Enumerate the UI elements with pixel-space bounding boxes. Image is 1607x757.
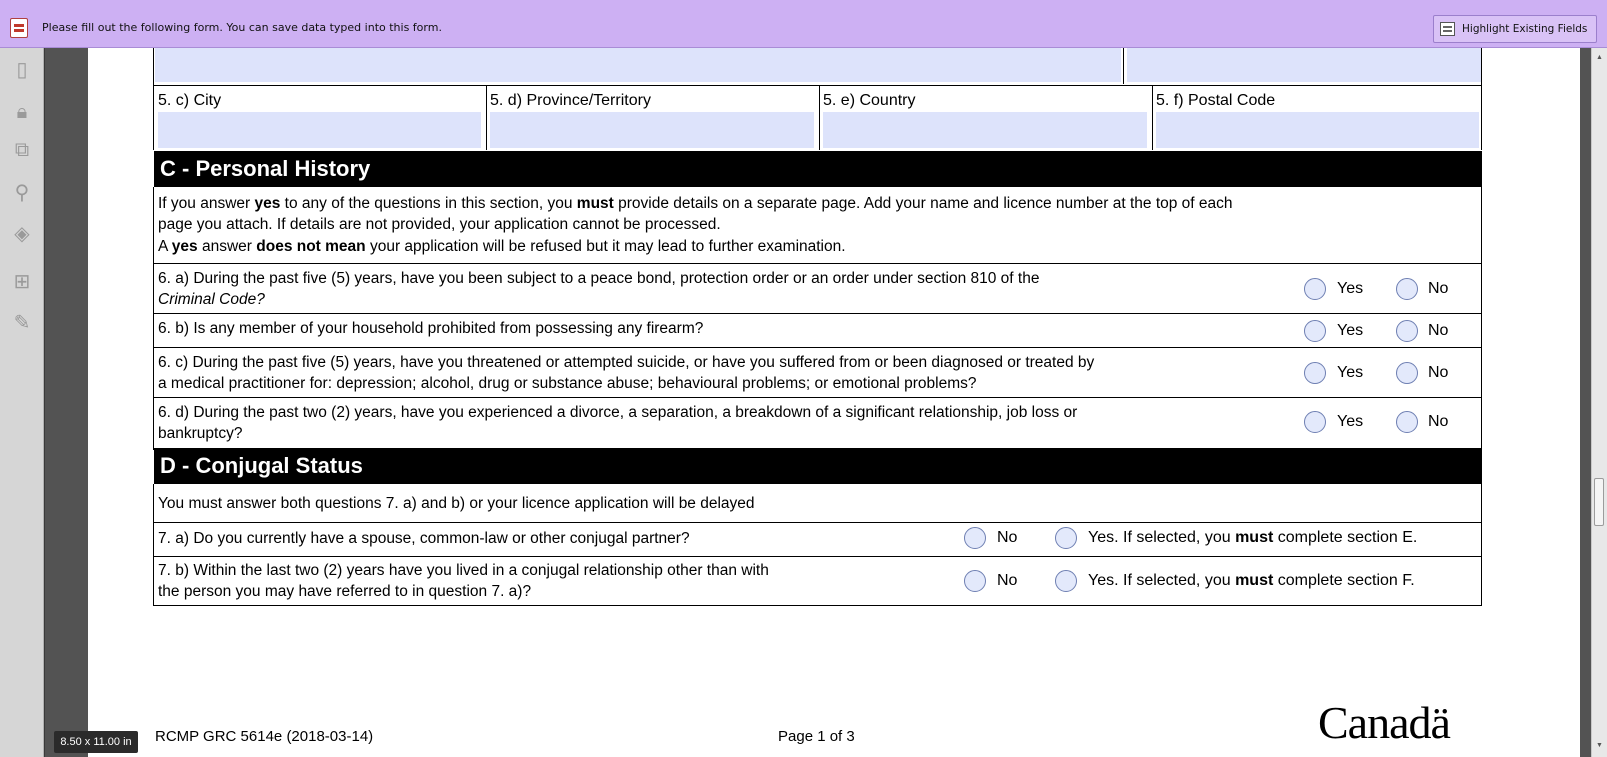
address-extra-field[interactable] [1127,48,1481,82]
q7a-no-label: No [997,529,1018,546]
question-6a-line1: 6. a) During the past five (5) years, ha… [158,270,1040,287]
form-message: Please fill out the following form. You … [42,21,442,34]
q6b-no-label: No [1428,322,1449,339]
layers-icon[interactable]: ◈ [10,222,34,246]
q6d-no-radio[interactable] [1396,411,1418,433]
question-7b-line1: 7. b) Within the last two (2) years have… [158,562,769,579]
country-field[interactable] [823,112,1147,148]
canada-wordmark: Canadä [1318,697,1451,748]
question-6d-line1: 6. d) During the past two (2) years, hav… [158,404,1078,421]
q7a-yes-radio[interactable] [1055,527,1077,549]
binoculars-icon[interactable]: ⊞ [10,270,34,294]
q6d-no-label: No [1428,413,1449,430]
highlight-fields-button[interactable]: Highlight Existing Fields [1433,15,1597,43]
city-label: 5. c) City [158,92,222,109]
question-6d-line2: bankruptcy? [158,425,243,442]
lock-icon[interactable]: 🔒︎ [10,100,34,124]
scroll-up-icon[interactable]: ▲ [1596,54,1603,61]
q6b-yes-label: Yes [1337,322,1364,339]
section-c-intro-line2: page you attach. If details are not prov… [158,216,721,233]
vertical-scrollbar[interactable]: ▲ ▼ [1591,48,1607,757]
section-d-header: D - Conjugal Status [154,448,1482,484]
form-notification-bar: Please fill out the following form. You … [0,0,1607,48]
page-size-indicator: 8.50 x 11.00 in [54,731,138,753]
province-label: 5. d) Province/Territory [490,92,651,109]
q7b-yes-label: Yes. If selected, you must complete sect… [1088,572,1415,589]
q7a-no-radio[interactable] [964,527,986,549]
q7b-yes-radio[interactable] [1055,570,1077,592]
province-field[interactable] [490,112,814,148]
postal-code-label: 5. f) Postal Code [1156,92,1276,109]
q6a-no-radio[interactable] [1396,278,1418,300]
q6c-no-label: No [1428,364,1449,381]
q7b-no-label: No [997,572,1018,589]
scroll-down-icon[interactable]: ▼ [1596,742,1603,749]
section-c-intro-line1: If you answer yes to any of the question… [158,195,1233,212]
q6b-yes-radio[interactable] [1304,320,1326,342]
q6b-no-radio[interactable] [1396,320,1418,342]
question-6c-line2: a medical practitioner for: depression; … [158,375,977,392]
q6a-yes-radio[interactable] [1304,278,1326,300]
city-field[interactable] [158,112,481,148]
question-7b-line2: the person you may have referred to in q… [158,583,532,600]
copy-icon[interactable]: ⧉ [10,138,34,162]
section-d-intro: You must answer both questions 7. a) and… [158,495,755,512]
section-c-header: C - Personal History [154,151,1482,187]
q6c-yes-label: Yes [1337,364,1364,381]
q6a-no-label: No [1428,280,1449,297]
address-field[interactable] [155,48,1121,82]
question-6a-line2: Criminal Code? [158,291,265,308]
question-7a: 7. a) Do you currently have a spouse, co… [158,530,690,547]
section-c-intro-line3: A yes answer does not mean your applicat… [158,238,846,255]
pages-icon[interactable]: ▯ [10,58,34,82]
q6c-yes-radio[interactable] [1304,362,1326,384]
q6a-yes-label: Yes [1337,280,1364,297]
scrollbar-thumb[interactable] [1594,478,1604,526]
q7a-yes-label: Yes. If selected, you must complete sect… [1088,529,1418,546]
q6d-yes-radio[interactable] [1304,411,1326,433]
navigation-pane: ▯ 🔒︎ ⧉ ⚲ ◈ ⊞ ✎ [0,48,44,757]
question-6b: 6. b) Is any member of your household pr… [158,320,704,337]
pdf-form-icon [10,18,28,38]
q6c-no-radio[interactable] [1396,362,1418,384]
question-6c-line1: 6. c) During the past five (5) years, ha… [158,354,1095,371]
page-number: Page 1 of 3 [778,728,855,745]
q7b-no-radio[interactable] [964,570,986,592]
highlight-fields-icon [1440,22,1455,36]
form-id: RCMP GRC 5614e (2018-03-14) [155,728,374,745]
q6d-yes-label: Yes [1337,413,1364,430]
highlight-fields-label: Highlight Existing Fields [1462,23,1588,35]
attachment-icon[interactable]: ⚲ [10,181,34,205]
country-label: 5. e) Country [823,92,916,109]
signature-icon[interactable]: ✎ [10,311,34,335]
postal-code-field[interactable] [1156,112,1479,148]
